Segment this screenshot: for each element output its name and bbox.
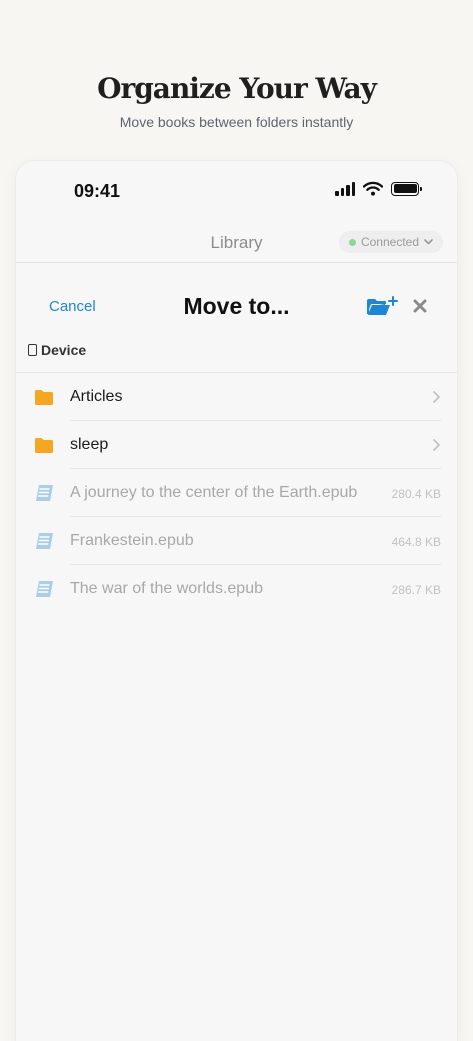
book-row: The war of the worlds.epub 286.7 KB	[16, 565, 457, 613]
folder-icon	[35, 438, 53, 453]
book-icon	[36, 485, 53, 501]
file-size: 464.8 KB	[391, 535, 441, 549]
hero-title: Organize Your Way	[97, 72, 377, 105]
connection-status-label: Connected	[360, 235, 419, 249]
book-row: Frankestein.epub 464.8 KB	[16, 517, 457, 565]
chevron-right-icon	[433, 391, 440, 403]
section-label-device: Device	[28, 342, 86, 358]
row-label: Frankestein.epub	[70, 532, 194, 549]
row-label: The war of the worlds.epub	[70, 580, 263, 597]
library-header: Library Connected	[16, 221, 457, 263]
connected-dot-icon	[348, 238, 356, 246]
status-icons	[335, 181, 422, 196]
book-icon	[36, 533, 53, 549]
folder-row-sleep[interactable]: sleep	[16, 421, 457, 469]
close-icon[interactable]	[411, 297, 429, 315]
hero-section: Organize Your Way Move books between fol…	[0, 0, 473, 160]
file-size: 280.4 KB	[391, 487, 441, 501]
hero-subtitle: Move books between folders instantly	[119, 114, 354, 130]
new-folder-icon[interactable]	[366, 295, 398, 317]
device-icon	[28, 344, 37, 356]
destination-list: Articles sleep A journey to the center o…	[16, 372, 457, 613]
chevron-right-icon	[433, 439, 440, 451]
status-bar: 09:41	[16, 161, 457, 221]
section-label-text: Device	[41, 342, 87, 358]
signal-icon	[335, 181, 355, 196]
wifi-icon	[363, 181, 383, 196]
folder-icon	[35, 390, 53, 405]
chevron-down-icon	[424, 239, 433, 245]
phone-frame: 09:41 Library Connected Cancel Move to..…	[16, 161, 457, 1041]
sheet-header: Cancel Move to... Device	[16, 263, 457, 358]
battery-icon	[391, 181, 422, 196]
connection-status-badge[interactable]: Connected	[338, 231, 443, 253]
row-label: sleep	[70, 436, 109, 453]
row-label: Articles	[70, 388, 123, 405]
file-size: 286.7 KB	[391, 583, 441, 597]
book-row: A journey to the center of the Earth.epu…	[16, 469, 457, 517]
move-to-sheet: Cancel Move to... Device Articles sleep …	[16, 263, 457, 1041]
folder-row-articles[interactable]: Articles	[16, 373, 457, 421]
row-label: A journey to the center of the Earth.epu…	[70, 484, 358, 501]
status-time: 09:41	[74, 181, 121, 201]
book-icon	[36, 581, 53, 597]
